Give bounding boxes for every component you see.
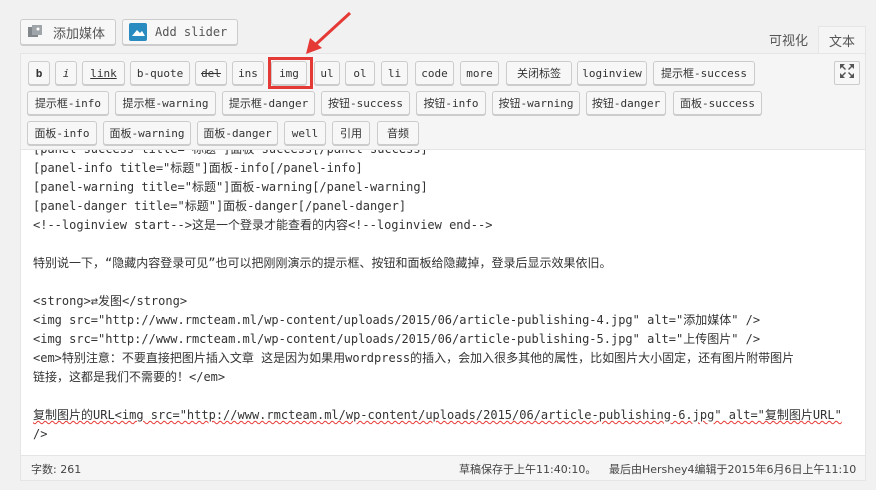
qt-italic-button[interactable]: i (55, 61, 77, 85)
content-line: [panel-info title="标题"]面板-info[/panel-in… (33, 161, 363, 175)
content-line: <!--loginview start-->这是一个登录才能查看的内容<!--l… (33, 218, 493, 232)
img-button-highlight (268, 57, 313, 89)
qt-tip-success-button[interactable]: 提示框-success (653, 61, 755, 85)
status-bar: 字数: 261 草稿保存于上午11:40:10。 最后由Hershey4编辑于2… (21, 455, 865, 480)
last-edited-status: 最后由Hershey4编辑于2015年6月6日上午11:10 (609, 463, 857, 476)
tab-text[interactable]: 文本 (817, 26, 866, 53)
content-line: [panel-success title="标题"]面板-success[/pa… (33, 150, 853, 159)
qt-btn-warning-button[interactable]: 按钮-warning (492, 91, 580, 115)
qt-tip-warning-button[interactable]: 提示框-warning (115, 91, 216, 115)
annotation-arrow-icon (306, 11, 352, 54)
fullscreen-button[interactable] (834, 61, 860, 85)
qt-bquote-button[interactable]: b-quote (130, 61, 190, 85)
qt-btn-danger-button[interactable]: 按钮-danger (586, 91, 666, 115)
qt-panel-danger-button[interactable]: 面板-danger (197, 121, 278, 145)
fullscreen-icon (839, 63, 855, 83)
qt-bold-button[interactable]: b (28, 61, 50, 85)
text-editor: b i link b-quote del ins img ul ol li co… (20, 53, 866, 481)
qt-audio-button[interactable]: 音频 (377, 121, 419, 145)
draft-saved-status: 草稿保存于上午11:40:10。 (459, 463, 597, 476)
add-media-label: 添加媒体 (53, 26, 106, 42)
qt-well-button[interactable]: well (284, 121, 326, 145)
qt-ins-button[interactable]: ins (232, 61, 264, 85)
qt-more-button[interactable]: more (460, 61, 499, 85)
add-slider-label: Add slider (155, 25, 228, 39)
qt-ul-button[interactable]: ul (314, 61, 340, 85)
qt-code-button[interactable]: code (415, 61, 454, 85)
qt-li-button[interactable]: li (381, 61, 408, 85)
qt-ol-button[interactable]: ol (345, 61, 375, 85)
add-slider-button[interactable]: Add slider (122, 19, 239, 45)
content-line: <em>特别注意：不要直接把图片插入文章 这是因为如果用wordpress的插入… (33, 351, 795, 365)
content-line: 特别说一下，“隐藏内容登录可见”也可以把刚刚演示的提示框、按钮和面板给隐藏掉，登… (33, 256, 612, 270)
editor-textarea[interactable]: [panel-success title="标题"]面板-success[/pa… (21, 150, 865, 456)
content-line: /> (33, 427, 48, 441)
qt-loginview-button[interactable]: loginview (577, 61, 647, 85)
quicktags-toolbar: b i link b-quote del ins img ul ol li co… (21, 54, 865, 150)
content-line: <img src="http://www.rmcteam.ml/wp-conte… (33, 332, 761, 346)
qt-link-button[interactable]: link (82, 61, 125, 85)
content-line: <img src="http://www.rmcteam.ml/wp-conte… (33, 313, 761, 327)
qt-del-button[interactable]: del (195, 61, 227, 85)
content-line: <strong>⇄发图</strong> (33, 294, 188, 308)
word-count: 字数: 261 (31, 463, 82, 476)
qt-tip-danger-button[interactable]: 提示框-danger (222, 91, 315, 115)
qt-panel-info-button[interactable]: 面板-info (27, 121, 97, 145)
qt-panel-warning-button[interactable]: 面板-warning (103, 121, 191, 145)
qt-btn-success-button[interactable]: 按钮-success (321, 91, 410, 115)
qt-tip-info-button[interactable]: 提示框-info (27, 91, 109, 115)
content-line: 链接，这都是我们不需要的！</em> (33, 370, 226, 384)
qt-close-tags-button[interactable]: 关闭标签 (506, 61, 572, 85)
qt-quote-button[interactable]: 引用 (332, 121, 370, 145)
qt-panel-success-button[interactable]: 面板-success (673, 91, 762, 115)
tab-visual[interactable]: 可视化 (759, 26, 818, 53)
editor-mode-tabs: 可视化 文本 (759, 26, 866, 53)
media-buttons: 添加媒体 Add slider (20, 19, 239, 49)
content-line: [panel-danger title="标题"]面板-danger[/pane… (33, 199, 407, 213)
qt-btn-info-button[interactable]: 按钮-info (416, 91, 486, 115)
content-line: 复制图片的URL<img src="http://www.rmcteam.ml/… (33, 408, 842, 422)
add-media-button[interactable]: 添加媒体 (20, 19, 117, 45)
content-line: [panel-warning title="标题"]面板-warning[/pa… (33, 180, 428, 194)
slider-icon (129, 23, 148, 41)
media-icon (27, 23, 45, 41)
